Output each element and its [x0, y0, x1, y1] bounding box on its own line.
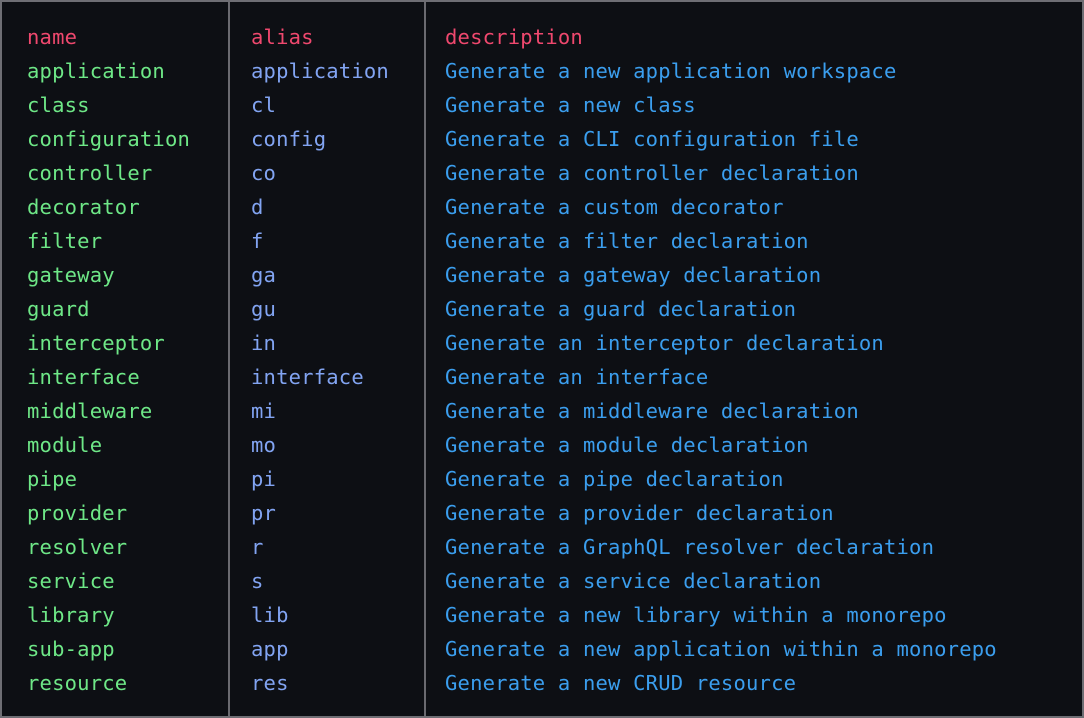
table-cell-alias: mo — [251, 433, 277, 457]
terminal-window: name application class configuration contro… — [0, 0, 1084, 718]
table-cell-name: decorator — [27, 195, 140, 219]
column-body-name: application class configuration controller d… — [27, 54, 228, 700]
table-cell-description: Generate a controller declaration — [445, 161, 859, 185]
table-cell-description: Generate a service declaration — [445, 569, 822, 593]
table-cell-description: Generate a new application within a mono… — [445, 637, 997, 661]
table-cell-alias: co — [251, 161, 277, 185]
table-cell-alias: res — [251, 671, 289, 695]
table-cell-description: Generate a filter declaration — [445, 229, 809, 253]
table-cell-alias: gu — [251, 297, 277, 321]
table-cell-alias: application — [251, 59, 389, 83]
table-cell-description: Generate a new class — [445, 93, 696, 117]
table-cell-description: Generate a provider declaration — [445, 501, 834, 525]
table-cell-name: resolver — [27, 535, 128, 559]
column-header-description: description — [445, 25, 583, 49]
table-cell-description: Generate a new CRUD resource — [445, 671, 797, 695]
table-cell-name: configuration — [27, 127, 191, 151]
table-cell-name: resource — [27, 671, 128, 695]
table-cell-description: Generate a new library within a monorepo — [445, 603, 947, 627]
table-cell-name: filter — [27, 229, 103, 253]
table-cell-alias: pr — [251, 501, 277, 525]
schematics-table: name application class configuration contro… — [2, 2, 1082, 716]
table-cell-name: sub-app — [27, 637, 115, 661]
table-cell-description: Generate a module declaration — [445, 433, 809, 457]
table-cell-description: Generate a CLI configuration file — [445, 127, 859, 151]
table-cell-alias: in — [251, 331, 277, 355]
table-cell-description: Generate a GraphQL resolver declaration — [445, 535, 935, 559]
table-cell-name: controller — [27, 161, 153, 185]
table-cell-description: Generate an interface — [445, 365, 709, 389]
table-cell-name: library — [27, 603, 115, 627]
table-cell-description: Generate a gateway declaration — [445, 263, 822, 287]
table-cell-description: Generate a middleware declaration — [445, 399, 859, 423]
table-cell-alias: config — [251, 127, 327, 151]
table-cell-alias: f — [251, 229, 264, 253]
table-cell-alias: s — [251, 569, 264, 593]
table-cell-alias: ga — [251, 263, 277, 287]
table-cell-name: service — [27, 569, 115, 593]
table-cell-description: Generate a guard declaration — [445, 297, 797, 321]
table-cell-description: Generate a pipe declaration — [445, 467, 784, 491]
table-cell-description: Generate an interceptor declaration — [445, 331, 884, 355]
table-cell-name: interface — [27, 365, 140, 389]
table-cell-alias: cl — [251, 93, 277, 117]
table-cell-name: interceptor — [27, 331, 165, 355]
table-cell-alias: r — [251, 535, 264, 559]
table-cell-alias: d — [251, 195, 264, 219]
table-cell-alias: app — [251, 637, 289, 661]
table-cell-name: provider — [27, 501, 128, 525]
table-cell-description: Generate a new application workspace — [445, 59, 897, 83]
table-cell-name: guard — [27, 297, 90, 321]
table-cell-alias: mi — [251, 399, 277, 423]
table-cell-name: module — [27, 433, 103, 457]
column-alias: alias application cl config co d f ga gu in inter… — [228, 2, 424, 716]
table-cell-alias: lib — [251, 603, 289, 627]
column-body-description: Generate a new application workspace Gene… — [445, 54, 1082, 700]
table-cell-alias: pi — [251, 467, 277, 491]
column-header-alias: alias — [251, 25, 314, 49]
table-cell-name: application — [27, 59, 165, 83]
table-cell-name: class — [27, 93, 90, 117]
table-cell-name: middleware — [27, 399, 153, 423]
table-cell-name: pipe — [27, 467, 78, 491]
table-cell-alias: interface — [251, 365, 364, 389]
table-cell-name: gateway — [27, 263, 115, 287]
column-header-name: name — [27, 25, 78, 49]
column-body-alias: application cl config co d f ga gu in interface mi… — [251, 54, 424, 700]
column-description: description Generate a new application w… — [424, 2, 1082, 716]
table-cell-description: Generate a custom decorator — [445, 195, 784, 219]
column-name: name application class configuration contro… — [2, 2, 228, 716]
